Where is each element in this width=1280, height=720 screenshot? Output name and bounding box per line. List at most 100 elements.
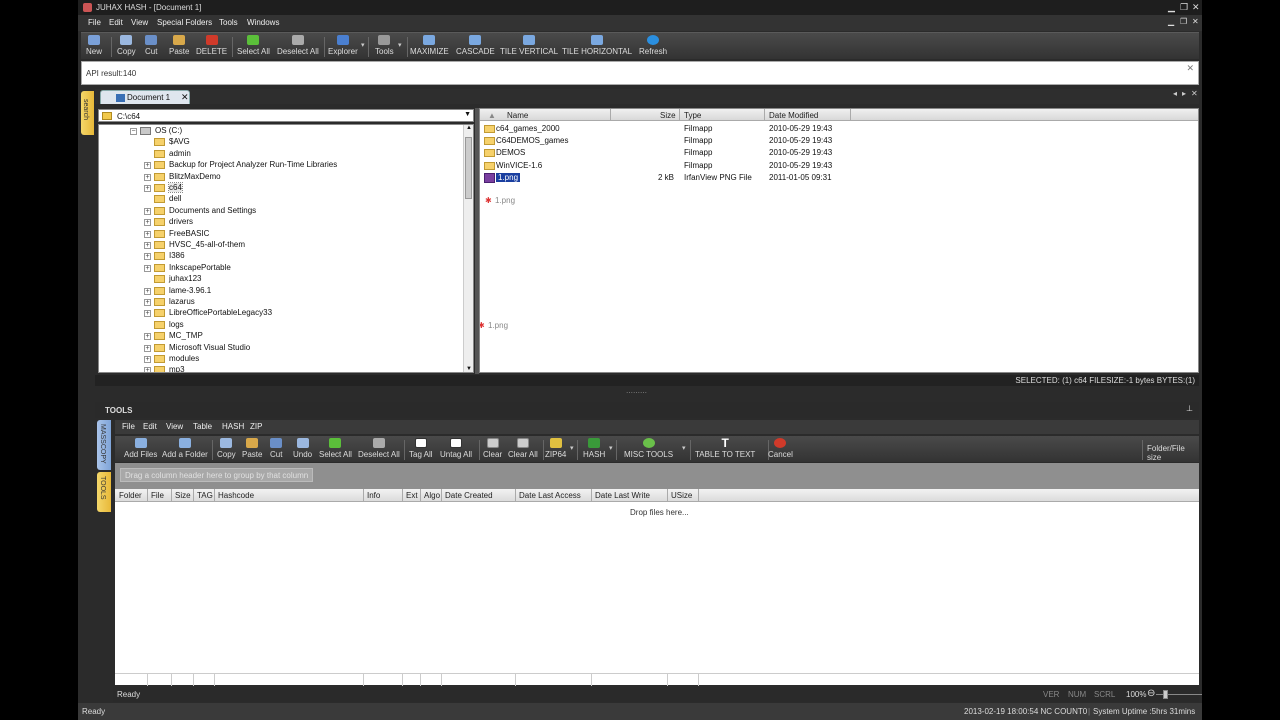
menu-special-folders[interactable]: Special Folders bbox=[157, 18, 212, 27]
file-list[interactable]: ▲ Name Size Type Date Modified c64_games… bbox=[479, 108, 1199, 373]
tile-horizontal-button[interactable]: TILE HORIZONTAL bbox=[562, 35, 632, 56]
tools-button[interactable]: Tools bbox=[375, 35, 394, 56]
misc-tools-dropdown-icon[interactable]: ▾ bbox=[682, 444, 686, 452]
undo-button[interactable]: Undo bbox=[293, 438, 312, 459]
delete-button[interactable]: DELETE bbox=[196, 35, 227, 56]
file-row[interactable]: c64_games_2000 Filmapp 2010-05-29 19:43 bbox=[480, 123, 1198, 135]
expand-icon[interactable]: + bbox=[144, 367, 151, 372]
menu-windows[interactable]: Windows bbox=[247, 18, 279, 27]
tools-paste-button[interactable]: Paste bbox=[242, 438, 262, 459]
expand-icon[interactable]: + bbox=[144, 207, 151, 215]
close-icon[interactable]: ✕ bbox=[1192, 2, 1200, 13]
explorer-button[interactable]: Explorer bbox=[328, 35, 358, 56]
close-tab-icon[interactable]: ✕ bbox=[181, 92, 189, 103]
col-name[interactable]: Name bbox=[507, 111, 528, 120]
mdi-restore-icon[interactable]: ❐ bbox=[1180, 17, 1187, 26]
zoom-slider-thumb[interactable] bbox=[1163, 690, 1168, 699]
chevron-down-icon[interactable]: ▼ bbox=[464, 111, 471, 118]
tree-item[interactable]: + LibreOfficePortableLegacy33 bbox=[144, 308, 459, 319]
expand-icon[interactable]: + bbox=[144, 230, 151, 238]
col-ext[interactable]: Ext bbox=[406, 491, 418, 500]
tab-close-all-icon[interactable]: ✕ bbox=[1191, 89, 1198, 98]
file-row[interactable]: C64DEMOS_games Filmapp 2010-05-29 19:43 bbox=[480, 135, 1198, 147]
col-hashcode[interactable]: Hashcode bbox=[218, 491, 254, 500]
tile-vertical-button[interactable]: TILE VERTICAL bbox=[500, 35, 558, 56]
file-row[interactable]: 1.png 2 kB IrfanView PNG File 2011-01-05 09… bbox=[480, 172, 1198, 184]
cascade-button[interactable]: CASCADE bbox=[456, 35, 495, 56]
menu-view[interactable]: View bbox=[131, 18, 148, 27]
tree-item[interactable]: + HVSC_45-all-of-them bbox=[144, 240, 459, 251]
col-date-last-write[interactable]: Date Last Write bbox=[595, 491, 650, 500]
tab-scroll-right-icon[interactable]: ▸ bbox=[1182, 89, 1186, 98]
tab-document-1[interactable]: Document 1 ✕ bbox=[100, 90, 190, 104]
col-date-created[interactable]: Date Created bbox=[445, 491, 493, 500]
splitter-grip[interactable]: ⋯⋯⋯ bbox=[626, 389, 647, 397]
tree-item[interactable]: + lazarus bbox=[144, 297, 459, 308]
hash-button[interactable]: HASH bbox=[583, 438, 605, 459]
col-file[interactable]: File bbox=[151, 491, 164, 500]
copy-button[interactable]: Copy bbox=[117, 35, 136, 56]
untag-all-button[interactable]: Untag All bbox=[440, 438, 472, 459]
tree-item[interactable]: + mp3 bbox=[144, 365, 459, 372]
col-folder[interactable]: Folder bbox=[119, 491, 142, 500]
col-date-modified[interactable]: Date Modified bbox=[769, 111, 818, 120]
api-close-icon[interactable]: ✕ bbox=[1186, 63, 1194, 74]
expand-icon[interactable]: + bbox=[144, 344, 151, 352]
tools-copy-button[interactable]: Copy bbox=[217, 438, 236, 459]
folder-file-size-toggle[interactable]: Folder/File size bbox=[1147, 444, 1199, 462]
tools-select-all-button[interactable]: Select All bbox=[319, 438, 352, 459]
deselect-all-button[interactable]: Deselect All bbox=[277, 35, 319, 56]
tools-menu-file[interactable]: File bbox=[122, 422, 135, 431]
table-to-text-button[interactable]: T TABLE TO TEXT bbox=[695, 437, 755, 459]
tools-menu-zip[interactable]: ZIP bbox=[250, 422, 262, 431]
minimize-icon[interactable]: ▁ bbox=[1168, 2, 1175, 13]
tab-scroll-left-icon[interactable]: ◂ bbox=[1173, 89, 1177, 98]
tree-item[interactable]: + FreeBASIC bbox=[144, 229, 459, 240]
collapse-icon[interactable]: − bbox=[130, 128, 137, 135]
tab-tools[interactable]: TOOLS bbox=[97, 472, 111, 512]
new-button[interactable]: New bbox=[86, 35, 102, 56]
tree-scrollbar[interactable]: ▲ ▼ bbox=[463, 125, 473, 372]
expand-icon[interactable]: + bbox=[144, 333, 151, 341]
expand-icon[interactable]: + bbox=[144, 287, 151, 295]
tree-item[interactable]: + Documents and Settings bbox=[144, 206, 459, 217]
mdi-close-icon[interactable]: ✕ bbox=[1192, 17, 1199, 26]
menu-edit[interactable]: Edit bbox=[109, 18, 123, 27]
tree-item[interactable]: − OS (C:) bbox=[130, 126, 459, 137]
tree-item[interactable]: + c64 bbox=[144, 182, 459, 194]
tree-item[interactable]: + lame-3.96.1 bbox=[144, 286, 459, 297]
col-size[interactable]: Size bbox=[660, 111, 676, 120]
menu-file[interactable]: File bbox=[88, 18, 101, 27]
misc-tools-button[interactable]: MISC TOOLS bbox=[624, 438, 673, 459]
scroll-thumb[interactable] bbox=[465, 137, 472, 199]
expand-icon[interactable]: + bbox=[144, 242, 151, 249]
tree-item[interactable]: + Microsoft Visual Studio bbox=[144, 343, 459, 354]
tree-item[interactable]: logs bbox=[144, 320, 459, 331]
col-date-last-access[interactable]: Date Last Access bbox=[519, 491, 581, 500]
zoom-out-icon[interactable]: ⊖ bbox=[1147, 688, 1155, 699]
tree-item[interactable]: + InkscapePortable bbox=[144, 263, 459, 274]
col-type[interactable]: Type bbox=[684, 111, 701, 120]
path-combo[interactable]: C:\c64 ▼ bbox=[98, 109, 474, 122]
expand-icon[interactable]: + bbox=[144, 162, 151, 170]
clear-button[interactable]: Clear bbox=[483, 438, 502, 459]
expand-icon[interactable]: + bbox=[144, 264, 151, 272]
cancel-button[interactable]: Cancel bbox=[768, 438, 793, 459]
expand-icon[interactable]: + bbox=[144, 299, 151, 306]
col-algo[interactable]: Algo bbox=[424, 491, 440, 500]
tree-item[interactable]: + MC_TMP bbox=[144, 331, 459, 342]
menu-tools[interactable]: Tools bbox=[219, 18, 238, 27]
tools-dropdown-icon[interactable]: ▾ bbox=[398, 41, 402, 49]
tree-item[interactable]: + I386 bbox=[144, 251, 459, 262]
tree-item[interactable]: + BlitzMaxDemo bbox=[144, 172, 459, 183]
tools-deselect-all-button[interactable]: Deselect All bbox=[358, 438, 400, 459]
tools-menu-view[interactable]: View bbox=[166, 422, 183, 431]
expand-icon[interactable]: + bbox=[144, 173, 151, 181]
tree-item[interactable]: + drivers bbox=[144, 217, 459, 228]
restore-icon[interactable]: ❐ bbox=[1180, 2, 1188, 13]
expand-icon[interactable]: + bbox=[144, 356, 151, 363]
tree-item[interactable]: juhax123 bbox=[144, 274, 459, 285]
tools-menu-table[interactable]: Table bbox=[193, 422, 212, 431]
col-usize[interactable]: USize bbox=[671, 491, 692, 500]
col-info[interactable]: Info bbox=[367, 491, 380, 500]
